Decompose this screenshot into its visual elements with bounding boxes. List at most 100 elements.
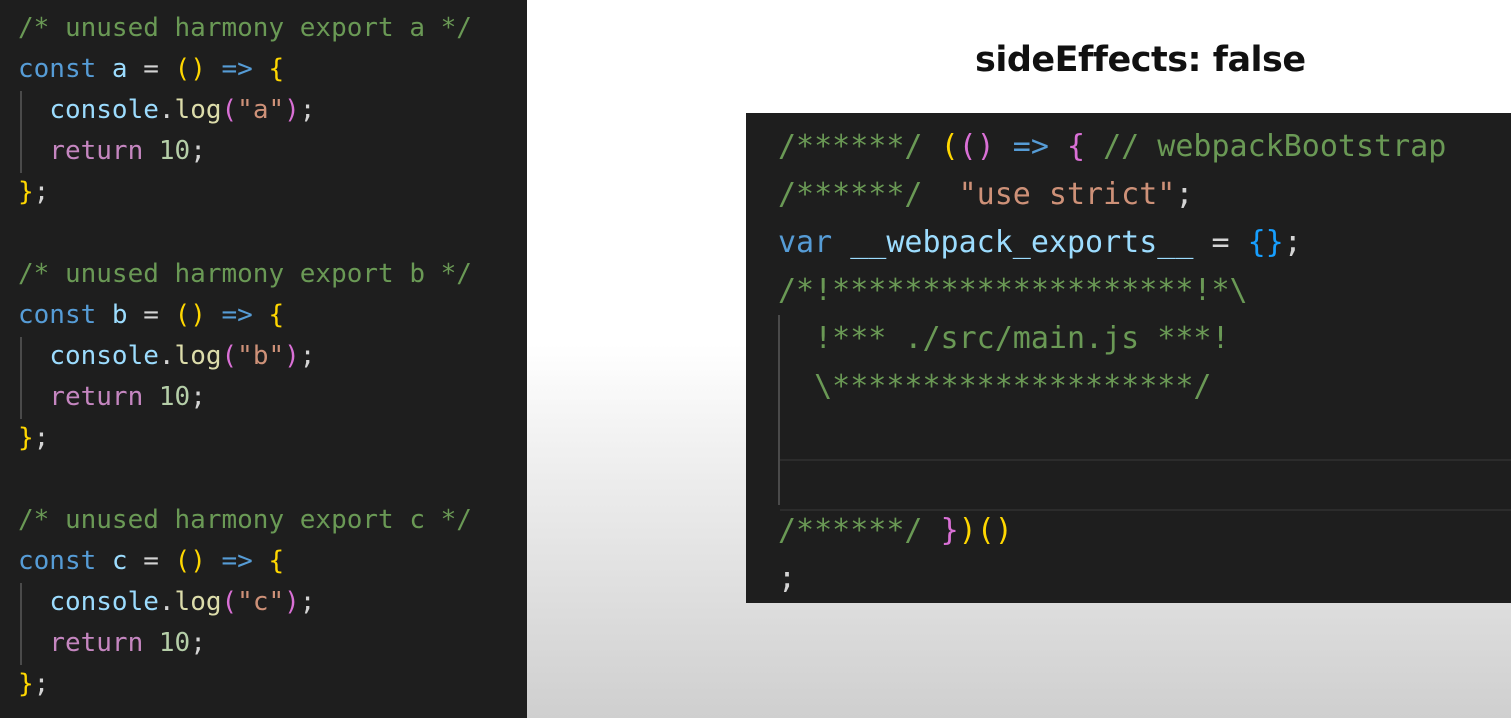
- code-line: return 10;: [18, 377, 206, 418]
- code-token: ): [284, 95, 300, 125]
- code-token: {}: [1247, 225, 1284, 260]
- code-token: ;: [299, 587, 316, 617]
- code-line: \********************/: [778, 363, 1211, 411]
- code-token: return: [49, 628, 144, 658]
- left-code-editor: /* unused harmony export a */ const a = (…: [0, 0, 527, 718]
- code-token: /*!********************!*\: [778, 273, 1248, 308]
- code-token: }: [18, 423, 34, 453]
- code-token: \********************/: [778, 369, 1212, 404]
- code-token: ;: [778, 561, 797, 596]
- code-line: const b = () => {: [18, 295, 284, 336]
- code-line: /*!********************!*\: [778, 267, 1248, 315]
- code-token: "use strict": [958, 177, 1176, 212]
- code-token: log: [174, 587, 222, 617]
- code-line: /******/ "use strict";: [778, 171, 1193, 219]
- code-token: ;: [299, 95, 316, 125]
- code-token: /* unused harmony export b */: [18, 259, 472, 289]
- code-token: {: [268, 54, 285, 84]
- code-token: (: [221, 587, 238, 617]
- code-line: /* unused harmony export b */: [18, 254, 472, 295]
- code-token: 10: [158, 628, 191, 658]
- code-token: a: [96, 54, 144, 84]
- code-token: /******/: [778, 513, 941, 548]
- code-token: ;: [33, 423, 50, 453]
- code-line: /* unused harmony export a */: [18, 8, 472, 49]
- code-token: (): [174, 54, 206, 84]
- code-token: {: [268, 546, 285, 576]
- code-line: return 10;: [18, 131, 206, 172]
- code-line: };: [18, 418, 49, 459]
- code-line: };: [18, 172, 49, 213]
- code-token: ;: [1175, 177, 1194, 212]
- code-token: ;: [190, 136, 206, 166]
- code-token: 10: [158, 382, 191, 412]
- code-token: log: [174, 95, 222, 125]
- code-line: /* unused harmony export c */: [18, 500, 472, 541]
- code-token: (: [221, 341, 238, 371]
- code-token: const: [18, 54, 97, 84]
- code-token: (): [174, 300, 206, 330]
- code-token: /******/: [778, 177, 959, 212]
- code-token: ;: [1283, 225, 1302, 260]
- code-token: (: [940, 129, 959, 164]
- code-token: =>: [205, 300, 269, 330]
- code-token: return: [49, 382, 144, 412]
- code-token: }: [18, 669, 34, 699]
- code-token: ): [284, 587, 300, 617]
- code-token: ): [958, 513, 977, 548]
- code-token: .: [158, 95, 175, 125]
- code-token: =>: [205, 546, 269, 576]
- code-token: ;: [190, 382, 206, 412]
- code-token: // webpackBootstrap: [1085, 129, 1447, 164]
- code-token: (): [174, 546, 206, 576]
- code-token: ;: [190, 628, 206, 658]
- code-token: .: [158, 341, 175, 371]
- code-line: /******/ })(): [778, 507, 1013, 555]
- code-token: /* unused harmony export c */: [18, 505, 472, 535]
- code-token: "c": [237, 587, 285, 617]
- code-token: const: [18, 300, 97, 330]
- code-token: "a": [237, 95, 285, 125]
- code-token: =: [143, 54, 175, 84]
- code-token: }: [940, 513, 959, 548]
- code-token: console: [49, 587, 159, 617]
- code-line: console.log("c");: [18, 582, 315, 623]
- current-line-highlight: [780, 459, 1511, 511]
- code-token: b: [96, 300, 144, 330]
- code-line: ;: [778, 555, 796, 603]
- code-token: (: [221, 95, 238, 125]
- code-line: console.log("a");: [18, 90, 315, 131]
- code-token: c: [96, 546, 144, 576]
- code-token: .: [158, 587, 175, 617]
- page-title: sideEffects: false: [975, 40, 1306, 80]
- code-token: ): [284, 341, 300, 371]
- code-token: {: [1067, 129, 1086, 164]
- code-token: /* unused harmony export a */: [18, 13, 472, 43]
- code-token: console: [49, 341, 159, 371]
- code-token: log: [174, 341, 222, 371]
- code-token: __webpack_exports__: [832, 225, 1212, 260]
- code-token: "b": [237, 341, 285, 371]
- code-token: =: [143, 546, 175, 576]
- code-token: =: [1211, 225, 1248, 260]
- code-token: var: [778, 225, 833, 260]
- code-token: ;: [33, 669, 50, 699]
- code-line: console.log("b");: [18, 336, 315, 377]
- code-token: =>: [994, 129, 1067, 164]
- code-token: }: [18, 177, 34, 207]
- code-token: {: [268, 300, 285, 330]
- code-token: ;: [33, 177, 50, 207]
- code-token: 10: [158, 136, 191, 166]
- code-token: (): [958, 129, 995, 164]
- code-line: /******/ (() => { // webpackBootstrap: [778, 123, 1446, 171]
- code-token: const: [18, 546, 97, 576]
